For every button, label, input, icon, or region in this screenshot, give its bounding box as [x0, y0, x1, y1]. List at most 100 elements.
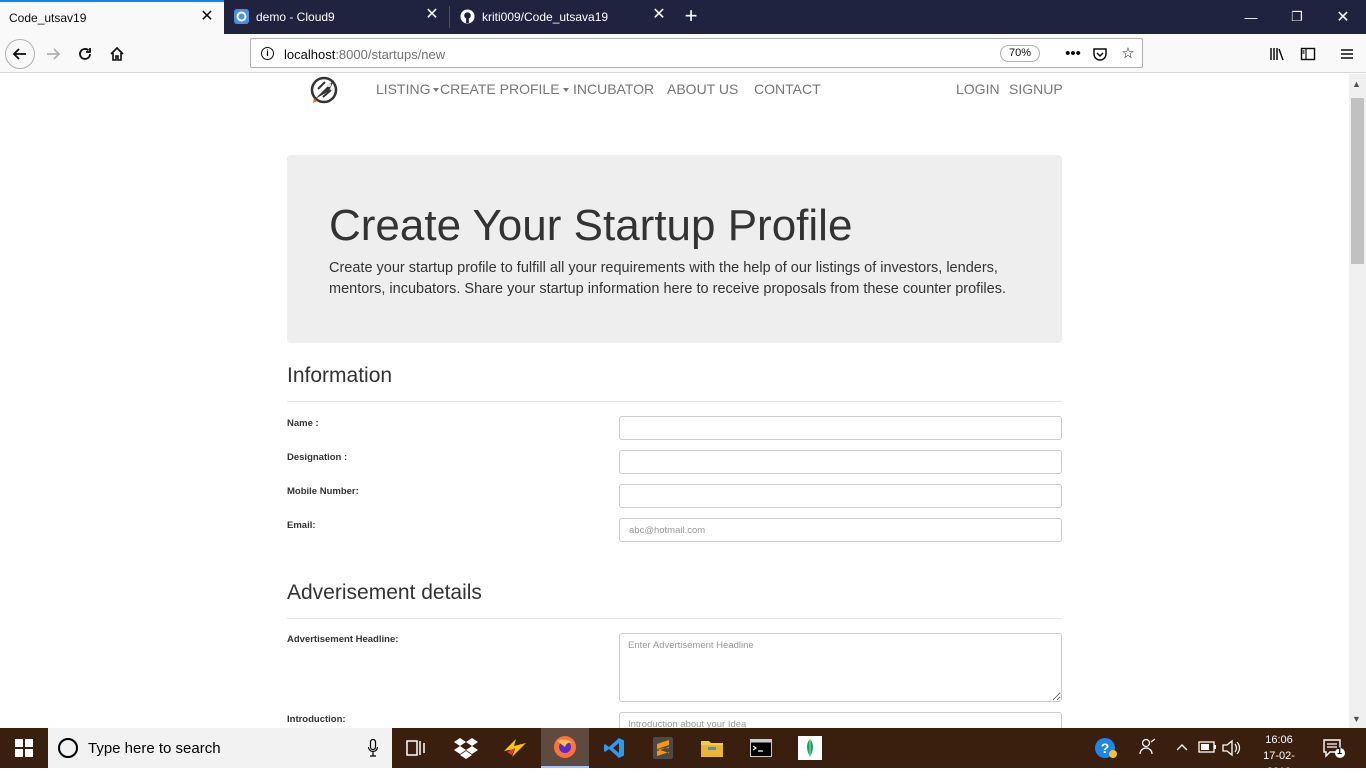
vscode-app[interactable]: [590, 728, 638, 768]
home-icon: [110, 46, 124, 61]
page-title: Create Your Startup Profile: [329, 201, 853, 250]
zoom-badge[interactable]: 70%: [1000, 45, 1040, 62]
url-bar[interactable]: i localhost:8000/startups/new 70% ••• ☆: [250, 38, 1143, 68]
close-icon[interactable]: ✕: [652, 7, 666, 23]
designation-input[interactable]: [619, 450, 1062, 474]
divider: [287, 618, 1062, 619]
terminal-app[interactable]: [737, 728, 785, 768]
url-text[interactable]: localhost:8000/startups/new: [284, 47, 445, 62]
site-logo[interactable]: [307, 74, 341, 106]
arrow-right-icon: [47, 48, 61, 60]
start-button[interactable]: [0, 728, 48, 768]
clock-date: 17-02-2019: [1263, 750, 1295, 778]
browser-tab-bar: Code_utsav19 ✕ demo - Cloud9 ✕ kriti009/…: [0, 0, 1366, 34]
library-icon: [1270, 48, 1284, 61]
file-explorer-app[interactable]: [688, 728, 736, 768]
github-icon: [460, 9, 475, 24]
task-view-icon: [406, 740, 425, 756]
windows-taskbar: Type here to search ? 16:06 17-02-2019 1: [0, 728, 1366, 778]
back-button[interactable]: [5, 39, 35, 69]
email-input[interactable]: [619, 518, 1062, 542]
info-icon[interactable]: i: [261, 47, 274, 60]
sublime-text-icon: [653, 737, 673, 759]
scroll-down-icon[interactable]: ▼: [1352, 714, 1361, 724]
advertisement-headline-textarea[interactable]: [619, 633, 1062, 702]
sublime-app[interactable]: [639, 728, 687, 768]
rocket-logo-icon: [310, 76, 338, 104]
menu-button[interactable]: [1332, 39, 1362, 69]
information-heading: Information: [287, 364, 393, 387]
name-input[interactable]: [619, 416, 1062, 440]
bookmark-star-icon[interactable]: ☆: [1118, 44, 1138, 64]
microphone-icon[interactable]: [368, 739, 378, 757]
designation-label: Designation :: [287, 452, 348, 463]
introduction-label: Introduction:: [287, 714, 346, 725]
page-viewport: LISTING CREATE PROFILE INCUBATOR ABOUT U…: [0, 74, 1349, 728]
clock-time: 16:06: [1265, 734, 1293, 746]
tab-github[interactable]: kriti009/Code_utsava19 ✕: [450, 0, 676, 34]
taskbar-search[interactable]: Type here to search: [48, 728, 392, 768]
people-icon[interactable]: [1139, 738, 1157, 759]
tab-title: demo - Cloud9: [256, 10, 335, 24]
help-tray-icon[interactable]: ?: [1094, 737, 1118, 762]
cortana-icon: [58, 738, 78, 758]
notification-icon: [1323, 739, 1345, 758]
scroll-thumb[interactable]: [1351, 98, 1364, 264]
vscode-icon: [604, 738, 624, 758]
name-label: Name :: [287, 418, 319, 429]
nav-incubator[interactable]: INCUBATOR: [573, 81, 654, 97]
dropbox-icon: [454, 738, 478, 759]
dropbox-app[interactable]: [442, 728, 490, 768]
sidebar-icon: [1300, 47, 1316, 61]
email-label: Email:: [287, 520, 316, 531]
tab-cloud9[interactable]: demo - Cloud9 ✕: [224, 0, 449, 34]
firefox-icon: [554, 736, 576, 758]
advertisement-headline-label: Advertisement Headline:: [287, 634, 399, 645]
svg-text:?: ?: [1101, 740, 1110, 756]
sidebar-button[interactable]: [1293, 39, 1323, 69]
window-close-button[interactable]: ✕: [1320, 0, 1366, 34]
introduction-textarea[interactable]: [619, 712, 1062, 728]
windows-logo-icon: [15, 739, 33, 757]
tab-code-utsav19[interactable]: Code_utsav19 ✕: [0, 0, 224, 34]
jumbotron-text: Create your startup profile to fulfill a…: [329, 260, 1006, 297]
task-view-button[interactable]: [392, 728, 440, 768]
scroll-up-icon[interactable]: ▲: [1352, 79, 1361, 89]
new-tab-button[interactable]: +: [680, 5, 702, 27]
close-icon[interactable]: ✕: [425, 7, 439, 23]
forward-button[interactable]: [38, 39, 68, 69]
restore-button[interactable]: ❐: [1274, 0, 1320, 34]
firefox-app[interactable]: [541, 728, 589, 768]
nav-create-profile[interactable]: CREATE PROFILE: [440, 81, 569, 97]
mongodb-app[interactable]: [786, 728, 834, 768]
home-button[interactable]: [102, 39, 132, 69]
caret-down-icon: [433, 88, 440, 93]
folder-icon: [701, 741, 723, 757]
cloud9-icon: [234, 9, 249, 24]
volume-icon[interactable]: [1221, 739, 1241, 760]
action-center-button[interactable]: 1: [1322, 738, 1346, 758]
nav-about-us[interactable]: ABOUT US: [667, 81, 738, 97]
library-button[interactable]: [1262, 39, 1292, 69]
reload-button[interactable]: [70, 39, 100, 69]
search-placeholder: Type here to search: [88, 740, 221, 757]
pocket-icon[interactable]: [1090, 44, 1110, 64]
nav-login[interactable]: LOGIN: [956, 81, 1000, 97]
chevron-up-icon[interactable]: [1175, 740, 1189, 757]
advertisement-heading: Adverisement details: [287, 581, 482, 604]
battery-icon[interactable]: [1198, 740, 1218, 757]
browser-nav-bar: i localhost:8000/startups/new 70% ••• ☆: [0, 34, 1366, 73]
nav-listing[interactable]: LISTING: [376, 81, 440, 97]
minimize-button[interactable]: —: [1228, 0, 1274, 34]
mobile-number-input[interactable]: [619, 484, 1062, 508]
system-clock[interactable]: 16:06 17-02-2019: [1253, 732, 1305, 780]
nav-contact[interactable]: CONTACT: [754, 81, 821, 97]
mongodb-icon: [798, 736, 822, 760]
nav-signup[interactable]: SIGNUP: [1009, 81, 1063, 97]
close-icon[interactable]: ✕: [200, 9, 214, 25]
more-actions-icon[interactable]: •••: [1063, 44, 1083, 64]
arrow-left-icon: [12, 48, 26, 60]
hamburger-menu-icon: [1341, 49, 1353, 59]
lightning-app[interactable]: [491, 728, 539, 768]
vertical-scrollbar[interactable]: ▲ ▼: [1349, 74, 1366, 728]
